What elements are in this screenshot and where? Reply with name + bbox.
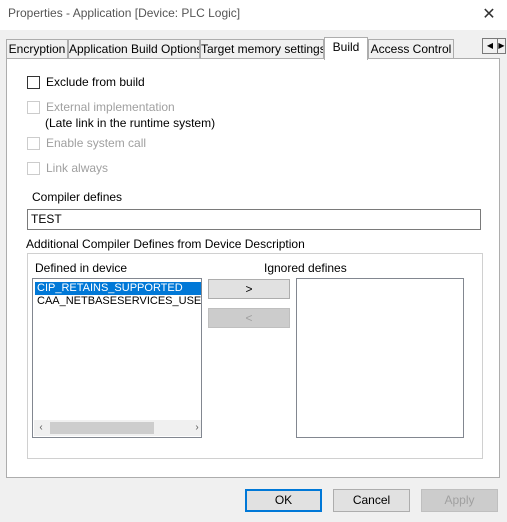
exclude-from-build-checkbox[interactable]: [27, 75, 40, 89]
link-always-option: Link always: [27, 161, 108, 175]
compiler-defines-label: Compiler defines: [32, 190, 123, 204]
external-implementation-label: External implementation: [46, 100, 175, 114]
defined-in-device-label: Defined in device: [35, 261, 128, 275]
device-defines-group-title: Additional Compiler Defines from Device …: [24, 237, 307, 251]
scrollbar-thumb[interactable]: [50, 422, 154, 434]
defined-in-device-list[interactable]: CIP_RETAINS_SUPPORTED CAA_NETBASESERVICE…: [32, 278, 202, 438]
exclude-from-build-label: Exclude from build: [46, 75, 145, 89]
external-implementation-option: External implementation: [27, 100, 175, 114]
exclude-from-build-option[interactable]: Exclude from build: [27, 75, 145, 89]
list-item[interactable]: CAA_NETBASESERVICES_USE_AS: [35, 295, 201, 308]
scroll-left-icon[interactable]: ‹: [34, 420, 48, 436]
tab-strip: Encryption Application Build Options Tar…: [6, 37, 478, 60]
link-always-label: Link always: [46, 161, 109, 175]
cancel-button[interactable]: Cancel: [333, 489, 410, 512]
enable-system-call-option: Enable system call: [27, 136, 146, 150]
window-title: Properties - Application [Device: PLC Lo…: [8, 6, 241, 20]
tab-build[interactable]: Build: [324, 37, 368, 60]
apply-button: Apply: [421, 489, 498, 512]
tab-access-control[interactable]: Access Control: [368, 39, 454, 59]
move-to-ignored-button[interactable]: >: [208, 279, 290, 299]
tab-application-build-options[interactable]: Application Build Options: [68, 39, 200, 59]
horizontal-scrollbar[interactable]: ‹ ›: [34, 420, 201, 436]
enable-system-call-checkbox: [27, 136, 40, 150]
external-implementation-sublabel: (Late link in the runtime system): [45, 116, 216, 130]
enable-system-call-label: Enable system call: [46, 136, 147, 150]
ignored-defines-list[interactable]: [296, 278, 464, 438]
tab-scroll-right-button[interactable]: ▶: [498, 38, 506, 54]
link-always-checkbox: [27, 161, 40, 175]
external-implementation-checkbox: [27, 100, 40, 114]
triangle-left-icon: ◀: [486, 41, 494, 50]
scroll-right-icon[interactable]: ›: [190, 420, 201, 436]
move-to-defined-button: <: [208, 308, 290, 328]
tab-encryption[interactable]: Encryption: [6, 39, 68, 59]
list-item[interactable]: CIP_RETAINS_SUPPORTED: [35, 282, 201, 295]
close-icon: ✕: [482, 6, 496, 23]
close-button[interactable]: ✕: [475, 2, 503, 26]
title-bar: Properties - Application [Device: PLC Lo…: [0, 0, 507, 30]
tab-target-memory-settings[interactable]: Target memory settings: [200, 39, 324, 59]
tab-scroll-left-button[interactable]: ◀: [482, 38, 498, 54]
ok-button[interactable]: OK: [245, 489, 322, 512]
ignored-defines-label: Ignored defines: [264, 261, 347, 275]
compiler-defines-input[interactable]: TEST: [27, 209, 481, 230]
triangle-right-icon: ▶: [498, 41, 505, 50]
